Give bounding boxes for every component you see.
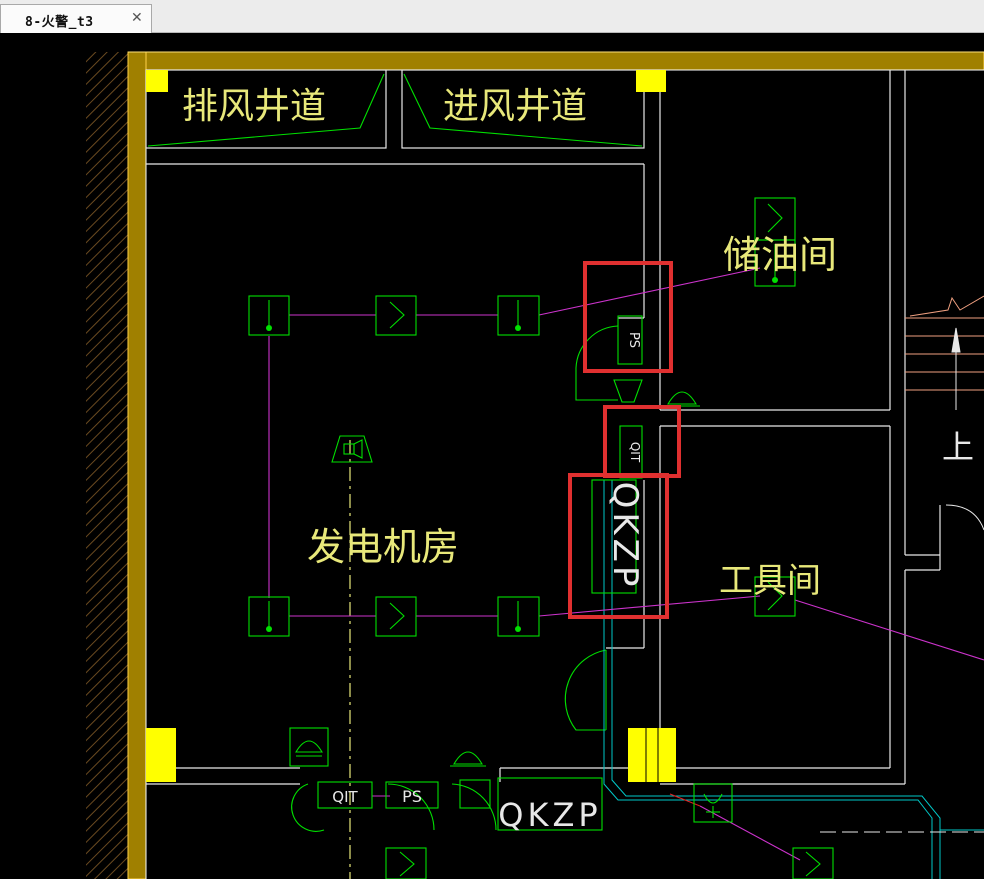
generator-room-label: 发电机房: [307, 525, 459, 569]
tool-room-label: 工具间: [719, 561, 821, 601]
exterior-walls: [127, 51, 984, 879]
intake-shaft-label: 进风井道: [443, 86, 587, 127]
qit-bottom-label: QIT: [332, 788, 358, 806]
columns: [146, 70, 676, 782]
close-icon[interactable]: ✕: [131, 10, 143, 26]
document-tab-title: 8-火警_t3: [25, 15, 94, 30]
stairs-up-label: 上: [942, 428, 974, 466]
highlight-ps: [583, 261, 673, 373]
staircase: [905, 295, 984, 391]
cable-tray: [603, 480, 984, 879]
exhaust-shaft-label: 排风井道: [182, 86, 326, 127]
qit-module-label: QIT: [628, 442, 642, 463]
interior-walls: [145, 69, 941, 785]
document-tab-bar: 8-火警_t3 ✕: [0, 0, 984, 33]
qkzp-panel-label: QKZP: [605, 482, 645, 591]
cad-canvas[interactable]: PS QIT QKZP QIT PS QKZP 排风井道 进风井道 储油间 发电…: [0, 33, 984, 879]
oil-storage-label: 储油间: [723, 233, 837, 277]
smoke-detector: [248, 239, 796, 637]
ps-module-label: PS: [626, 332, 641, 348]
ps-bottom-label: PS: [402, 787, 422, 806]
document-tab[interactable]: 8-火警_t3 ✕: [0, 4, 152, 33]
qkzp-bottom-label: QKZP: [498, 796, 601, 834]
earth-hatch: [86, 52, 128, 879]
